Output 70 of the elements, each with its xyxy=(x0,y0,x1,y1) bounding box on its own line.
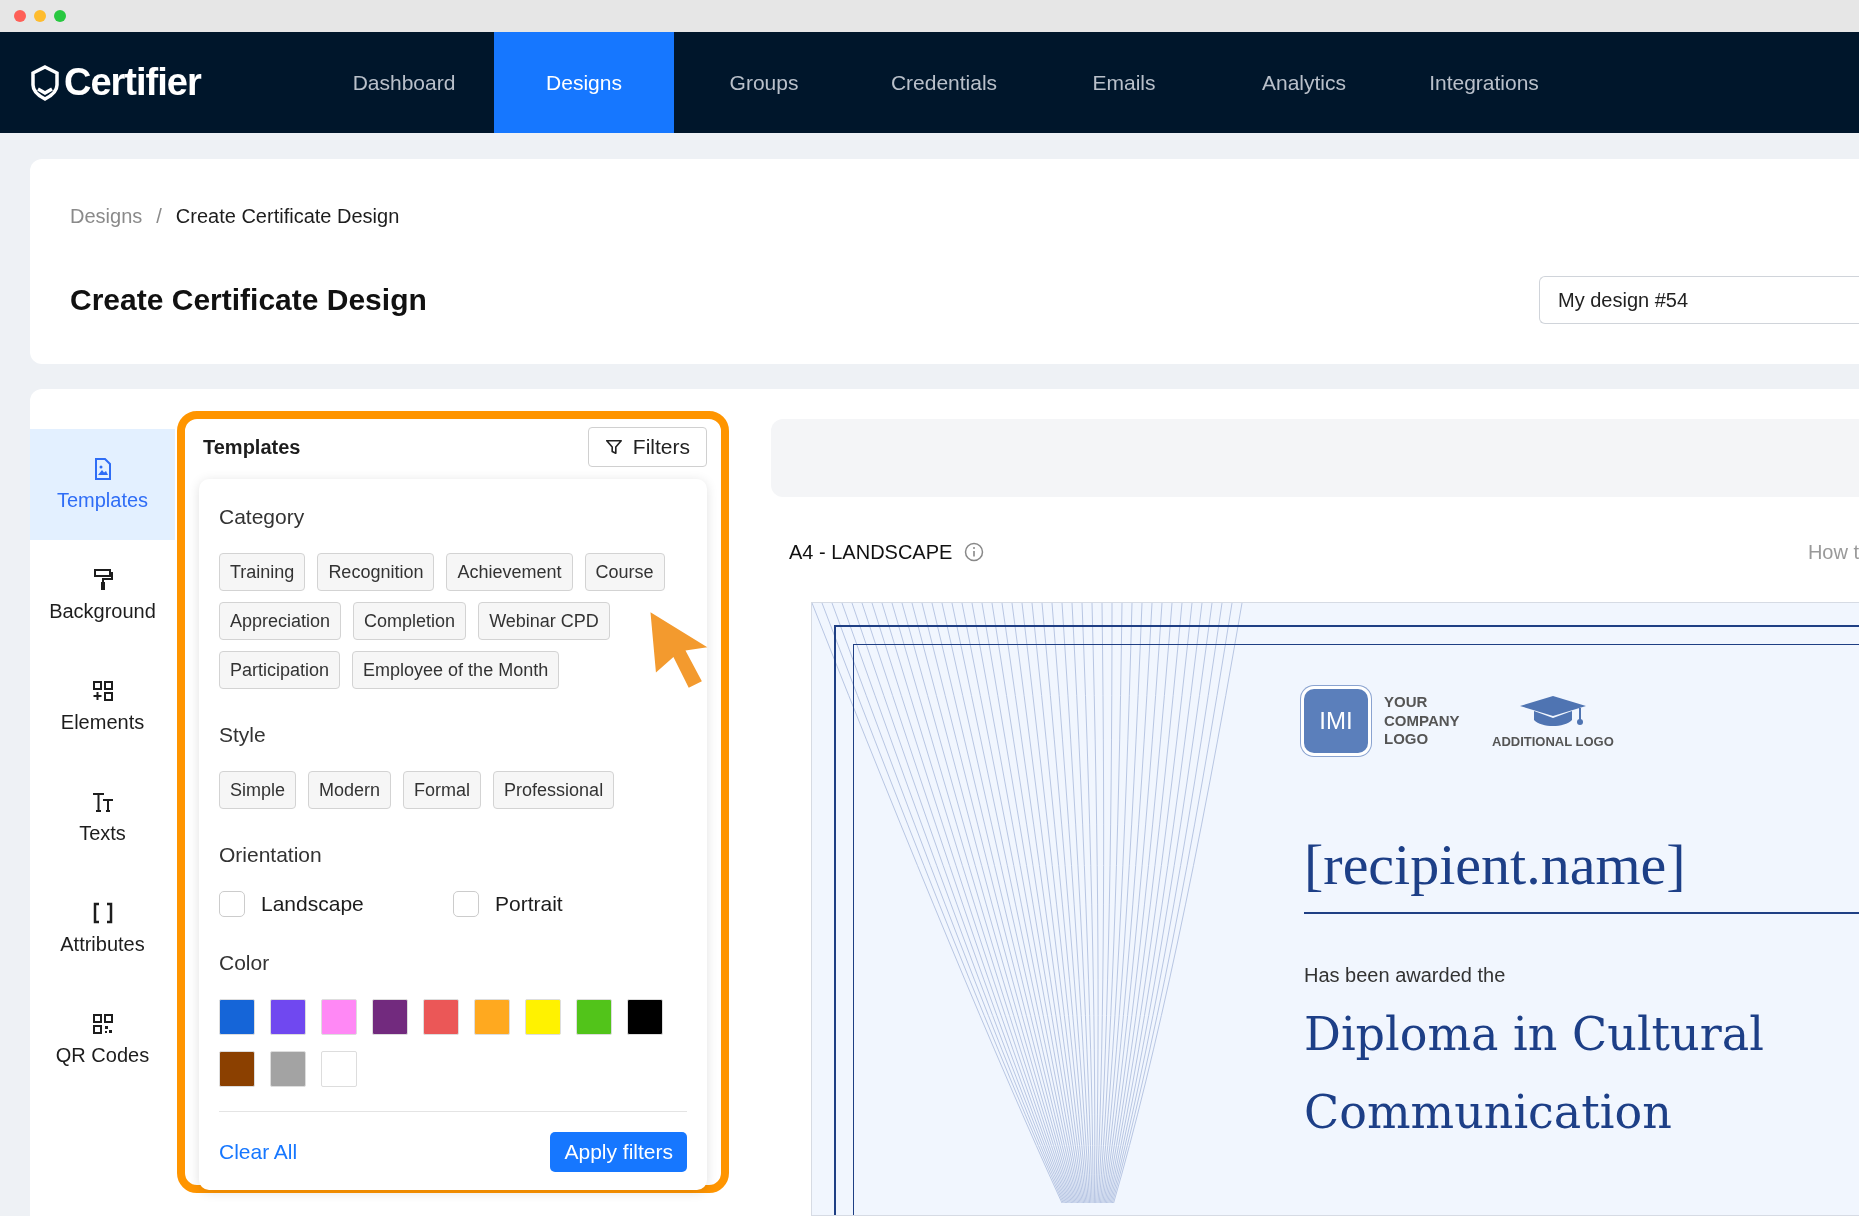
maximize-icon[interactable] xyxy=(54,10,66,22)
category-chip[interactable]: Completion xyxy=(353,602,467,640)
recipient-name: [recipient.name] xyxy=(1304,831,1859,914)
style-chip[interactable]: Modern xyxy=(308,771,392,809)
color-swatch[interactable] xyxy=(270,999,306,1035)
color-swatch[interactable] xyxy=(474,999,510,1035)
design-name-field[interactable]: My design #54 xyxy=(1539,276,1859,324)
filter-icon xyxy=(604,438,623,456)
brand-name: Certifier xyxy=(64,61,201,104)
color-swatch[interactable] xyxy=(219,1051,255,1087)
breadcrumb-current: Create Certificate Design xyxy=(175,205,400,228)
color-swatch[interactable] xyxy=(219,999,255,1035)
elements-icon xyxy=(90,679,115,703)
category-chip[interactable]: Training xyxy=(219,553,306,591)
breadcrumb-separator: / xyxy=(156,205,162,228)
checkbox[interactable] xyxy=(453,891,479,917)
color-swatch[interactable] xyxy=(270,1051,306,1087)
page-size-label: A4 - LANDSCAPE xyxy=(789,540,953,564)
category-chip[interactable]: Participation xyxy=(219,651,341,689)
category-chip[interactable]: Webinar CPD xyxy=(478,602,610,640)
panel-title: Templates xyxy=(202,435,301,459)
color-swatch[interactable] xyxy=(627,999,663,1035)
info-icon[interactable] xyxy=(964,542,985,562)
nav-tab[interactable]: Integrations xyxy=(1394,32,1574,133)
checkbox[interactable] xyxy=(219,891,245,917)
category-chip[interactable]: Employee of the Month xyxy=(352,651,560,689)
shield-logo-icon xyxy=(30,64,60,101)
sidebar-item[interactable]: Templates xyxy=(30,429,175,540)
text-size-icon xyxy=(90,790,115,814)
color-swatch[interactable] xyxy=(321,999,357,1035)
section-heading: Color xyxy=(219,951,271,975)
sidebar-item[interactable]: Attributes xyxy=(30,873,175,984)
style-chip[interactable]: Simple xyxy=(219,771,297,809)
award-text: Has been awarded the xyxy=(1304,964,1507,987)
filters-button[interactable]: Filters xyxy=(587,427,707,467)
style-chip[interactable]: Formal xyxy=(403,771,482,809)
page-title: Create Certificate Design xyxy=(70,283,427,317)
section-heading: Orientation xyxy=(219,843,323,867)
color-swatch[interactable] xyxy=(423,999,459,1035)
category-chip[interactable]: Appreciation xyxy=(219,602,342,640)
diploma-title: Diploma in Cultural Communication xyxy=(1304,1006,1765,1141)
nav-tab[interactable]: Designs xyxy=(494,32,674,133)
style-chip[interactable]: Professional xyxy=(493,771,615,809)
apply-filters-button[interactable]: Apply filters xyxy=(550,1132,687,1172)
nav-tab[interactable]: Credentials xyxy=(854,32,1034,133)
logo-caption: YOUR COMPANY LOGO xyxy=(1384,692,1461,750)
minimize-icon[interactable] xyxy=(34,10,46,22)
section-heading: Category xyxy=(219,505,306,529)
color-swatch[interactable] xyxy=(576,999,612,1035)
checkbox-label: Landscape xyxy=(261,892,364,916)
nav-tab[interactable]: Dashboard xyxy=(314,32,494,133)
category-chip[interactable]: Recognition xyxy=(317,553,435,591)
color-swatch[interactable] xyxy=(525,999,561,1035)
checkbox-label: Portrait xyxy=(495,892,563,916)
sidebar-item[interactable]: QR Codes xyxy=(30,984,175,1095)
color-swatch[interactable] xyxy=(372,999,408,1035)
nav-tab[interactable]: Analytics xyxy=(1214,32,1394,133)
sidebar-item[interactable]: Elements xyxy=(30,651,175,762)
category-chip[interactable]: Course xyxy=(584,553,665,591)
nav-tab[interactable]: Groups xyxy=(674,32,854,133)
section-heading: Style xyxy=(219,723,267,747)
sidebar-item[interactable]: Texts xyxy=(30,762,175,873)
clear-all-link[interactable]: Clear All xyxy=(219,1140,298,1164)
close-icon[interactable] xyxy=(14,10,26,22)
category-chip[interactable]: Achievement xyxy=(446,553,573,591)
color-swatch[interactable] xyxy=(321,1051,357,1087)
sidebar-item[interactable]: Background xyxy=(30,540,175,651)
logo-caption: ADDITIONAL LOGO xyxy=(1492,733,1614,749)
qr-code-icon xyxy=(90,1012,115,1036)
nav-tab[interactable]: Emails xyxy=(1034,32,1214,133)
